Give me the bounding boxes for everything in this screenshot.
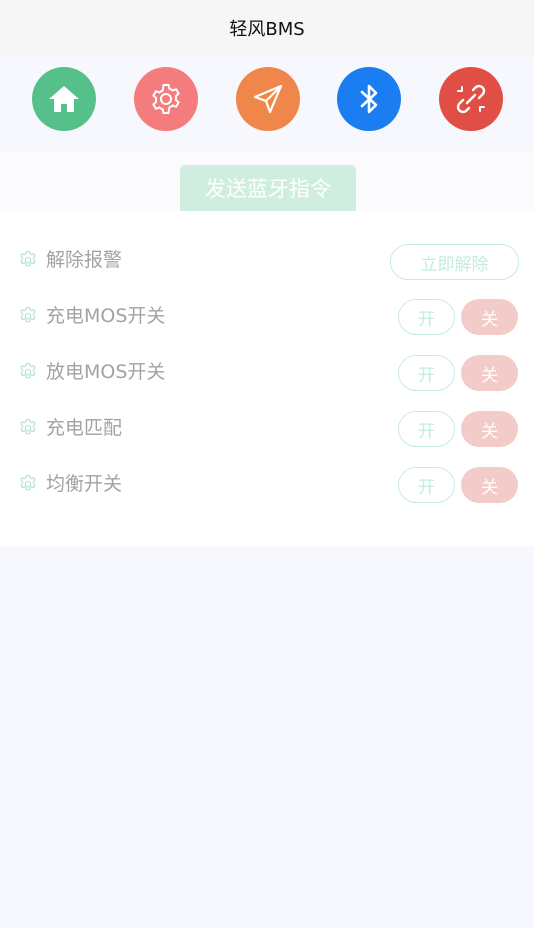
charge-mos-label: 充电MOS开关 <box>46 305 166 327</box>
charge-match-off-button[interactable]: 关 <box>461 411 518 447</box>
on-label: 开 <box>418 421 435 442</box>
disconnect-button[interactable] <box>439 67 503 131</box>
off-label: 关 <box>481 309 498 330</box>
app-title: 轻风BMS <box>229 19 305 40</box>
charge-match-label: 充电匹配 <box>46 417 123 439</box>
broken-link-icon <box>456 84 486 114</box>
gear-icon <box>20 250 36 267</box>
title-bar: 轻风BMS <box>0 0 534 56</box>
gear-icon <box>20 362 36 379</box>
charge-mos-on-button[interactable]: 开 <box>398 299 455 335</box>
discharge-mos-off-button[interactable]: 关 <box>461 355 518 391</box>
home-button[interactable] <box>32 67 96 131</box>
send-bluetooth-command-tab[interactable]: 发送蓝牙指令 <box>180 165 356 211</box>
gear-icon <box>152 84 180 114</box>
discharge-mos-row: 放电MOS开关 开 关 <box>0 352 534 392</box>
settings-button[interactable] <box>134 67 198 131</box>
on-label: 开 <box>418 365 435 386</box>
clear-alarm-button-label: 立即解除 <box>420 254 489 275</box>
balance-switch-row: 均衡开关 开 关 <box>0 464 534 504</box>
charge-match-on-button[interactable]: 开 <box>398 411 455 447</box>
balance-switch-label: 均衡开关 <box>46 473 123 495</box>
nav-icon-bar <box>0 56 534 152</box>
paper-plane-icon <box>253 84 283 114</box>
on-label: 开 <box>418 309 435 330</box>
send-tab-label: 发送蓝牙指令 <box>205 177 331 201</box>
clear-alarm-label: 解除报警 <box>46 249 123 271</box>
charge-mos-off-button[interactable]: 关 <box>461 299 518 335</box>
gear-icon <box>20 418 36 435</box>
gear-icon <box>20 474 36 491</box>
charge-mos-row: 充电MOS开关 开 关 <box>0 296 534 336</box>
send-button[interactable] <box>236 67 300 131</box>
off-label: 关 <box>481 365 498 386</box>
balance-switch-on-button[interactable]: 开 <box>398 467 455 503</box>
charge-match-row: 充电匹配 开 关 <box>0 408 534 448</box>
off-label: 关 <box>481 421 498 442</box>
discharge-mos-on-button[interactable]: 开 <box>398 355 455 391</box>
clear-alarm-row: 解除报警 立即解除 <box>0 240 534 280</box>
section-header: 发送蓝牙指令 <box>0 152 534 212</box>
off-label: 关 <box>481 477 498 498</box>
discharge-mos-label: 放电MOS开关 <box>46 361 166 383</box>
home-icon <box>49 86 79 112</box>
clear-alarm-button[interactable]: 立即解除 <box>390 244 519 280</box>
bluetooth-icon <box>360 84 378 114</box>
balance-switch-off-button[interactable]: 关 <box>461 467 518 503</box>
on-label: 开 <box>418 477 435 498</box>
gear-icon <box>20 306 36 323</box>
command-panel: 解除报警 立即解除 充电MOS开关 开 关 放电MOS开关 开 关 充电匹配 开… <box>0 211 534 546</box>
bluetooth-button[interactable] <box>337 67 401 131</box>
